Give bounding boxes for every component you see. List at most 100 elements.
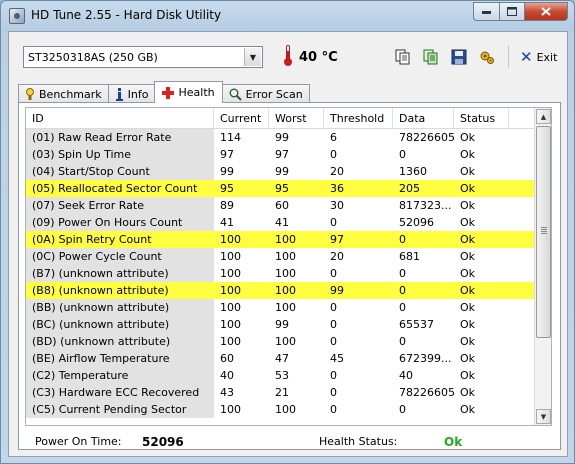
cell-status: Ok (460, 386, 476, 399)
cell-current: 43 (220, 386, 234, 399)
cell-status: Ok (460, 182, 476, 195)
table-row[interactable]: (07) Seek Error Rate 89 60 30 817323... Ok (26, 197, 551, 214)
minimize-button[interactable] (473, 2, 499, 21)
close-button[interactable] (524, 2, 568, 21)
column-header-current[interactable]: Current (214, 108, 269, 128)
cell-worst: 41 (275, 216, 289, 229)
cell-status: Ok (460, 267, 476, 280)
table-row[interactable]: (01) Raw Read Error Rate 114 99 6 78226605 Ok (26, 129, 551, 146)
cell-current: 100 (220, 335, 241, 348)
tab-error-scan[interactable]: Error Scan (221, 84, 310, 103)
tab-health[interactable]: Health (154, 81, 223, 103)
cell-status: Ok (460, 284, 476, 297)
cell-id: (BC) (unknown attribute) (26, 316, 214, 333)
cell-threshold: 45 (330, 352, 344, 365)
toolbar-divider (508, 46, 509, 68)
cell-status: Ok (460, 369, 476, 382)
table-row[interactable]: (05) Reallocated Sector Count 95 95 36 205 Ok (26, 180, 551, 197)
cell-id: (04) Start/Stop Count (26, 163, 214, 180)
save-icon[interactable] (449, 47, 469, 67)
scroll-down-button[interactable]: ▼ (536, 409, 551, 424)
vertical-scrollbar[interactable]: ▲ ▼ (534, 108, 551, 425)
scroll-up-button[interactable]: ▲ (536, 109, 551, 124)
tab-label: Error Scan (245, 87, 303, 101)
column-header-threshold[interactable]: Threshold (324, 108, 393, 128)
cell-data: 0 (399, 335, 406, 348)
cell-threshold: 0 (330, 318, 337, 331)
table-row[interactable]: (0C) Power Cycle Count 100 100 20 681 Ok (26, 248, 551, 265)
drive-select[interactable]: ST3250318AS (250 GB) ▼ (23, 46, 263, 68)
table-row[interactable]: (C3) Hardware ECC Recovered 43 21 0 78226605… (26, 384, 551, 401)
cell-threshold: 20 (330, 250, 344, 263)
cell-data: 681 (399, 250, 420, 263)
cell-id: (01) Raw Read Error Rate (26, 129, 214, 146)
copy-icon[interactable] (393, 47, 413, 67)
tab-info[interactable]: Info (107, 84, 156, 103)
cell-id: (0A) Spin Retry Count (32, 233, 152, 246)
cell-current: 100 (220, 403, 241, 416)
table-row[interactable]: (B7) (unknown attribute) 100 100 0 0 Ok (26, 265, 551, 282)
scroll-thumb[interactable] (536, 126, 551, 338)
table-row[interactable]: (B8) (unknown attribute) 100 100 99 0 Ok (26, 282, 551, 299)
cell-data: 0 (399, 403, 406, 416)
smart-table[interactable]: ID Current Worst Threshold Data Status (… (25, 107, 552, 426)
table-row[interactable]: (C2) Temperature 40 53 0 40 Ok (26, 367, 551, 384)
maximize-button[interactable] (499, 2, 524, 21)
cell-current: 100 (220, 233, 241, 246)
column-header-data[interactable]: Data (393, 108, 454, 128)
exit-button[interactable]: ✕ Exit (520, 47, 557, 67)
cell-id: (0C) Power Cycle Count (26, 248, 214, 265)
table-body: (01) Raw Read Error Rate 114 99 6 78226605 Ok… (26, 129, 551, 418)
chevron-down-icon[interactable]: ▼ (244, 48, 261, 66)
table-row[interactable]: (BB) (unknown attribute) 100 100 0 0 Ok (26, 299, 551, 316)
copy-info-icon[interactable] (421, 47, 441, 67)
cell-current: 41 (220, 216, 234, 229)
cell-worst: 99 (275, 318, 289, 331)
table-row[interactable]: (0A) Spin Retry Count 100 100 97 0 Ok (26, 231, 551, 248)
cell-data: 0 (399, 284, 406, 297)
table-row[interactable]: (03) Spin Up Time 97 97 0 0 Ok (26, 146, 551, 163)
drive-select-value: ST3250318AS (250 GB) (28, 50, 158, 64)
options-icon[interactable] (477, 47, 497, 67)
cell-id: (09) Power On Hours Count (26, 214, 214, 231)
cell-threshold: 0 (330, 267, 337, 280)
table-row[interactable]: (04) Start/Stop Count 99 99 20 1360 Ok (26, 163, 551, 180)
cell-status: Ok (460, 318, 476, 331)
cell-worst: 53 (275, 369, 289, 382)
table-row[interactable]: (BD) (unknown attribute) 100 100 0 0 Ok (26, 333, 551, 350)
cell-status: Ok (460, 233, 476, 246)
cell-current: 99 (220, 165, 234, 178)
health-status-value: Ok (444, 435, 463, 449)
table-row[interactable]: (BE) Airflow Temperature 60 47 45 672399... O… (26, 350, 551, 367)
app-icon (9, 8, 25, 24)
column-header-id[interactable]: ID (26, 108, 214, 128)
table-row[interactable]: (BC) (unknown attribute) 100 99 0 65537 Ok (26, 316, 551, 333)
cell-data: 0 (399, 301, 406, 314)
cell-status: Ok (460, 301, 476, 314)
cell-data: 0 (399, 233, 406, 246)
cell-current: 60 (220, 352, 234, 365)
cell-threshold: 0 (330, 386, 337, 399)
table-row[interactable]: (09) Power On Hours Count 41 41 0 52096 Ok (26, 214, 551, 231)
cell-data: 0 (399, 267, 406, 280)
tab-benchmark[interactable]: Benchmark (18, 84, 109, 103)
window-title: HD Tune 2.55 - Hard Disk Utility (31, 8, 222, 22)
tab-label: Health (178, 86, 215, 99)
health-panel: ID Current Worst Threshold Data Status (… (18, 102, 561, 450)
app-window: HD Tune 2.55 - Hard Disk Utility ST32503… (0, 0, 575, 464)
column-header-status[interactable]: Status (454, 108, 509, 128)
cell-worst: 100 (275, 403, 296, 416)
table-row[interactable]: (C5) Current Pending Sector 100 100 0 0 Ok (26, 401, 551, 418)
cell-id: (B7) (unknown attribute) (26, 265, 214, 282)
cell-status: Ok (460, 165, 476, 178)
power-on-value: 52096 (142, 435, 184, 449)
cell-threshold: 36 (330, 182, 344, 195)
cell-id: (03) Spin Up Time (26, 146, 214, 163)
maximize-icon (507, 7, 517, 16)
column-header-worst[interactable]: Worst (269, 108, 324, 128)
title-bar[interactable]: HD Tune 2.55 - Hard Disk Utility (1, 1, 574, 30)
health-icon (162, 86, 175, 99)
cell-worst: 99 (275, 165, 289, 178)
status-line: Power On Time: 52096 Health Status: Ok (29, 435, 549, 451)
cell-status: Ok (460, 352, 476, 365)
